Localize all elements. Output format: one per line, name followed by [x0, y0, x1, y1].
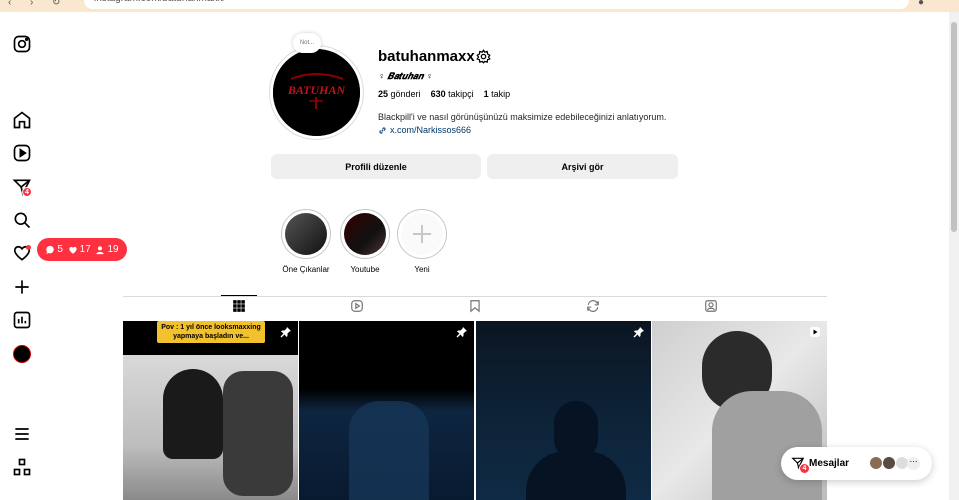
followers-stat[interactable]: 630 takipçi: [431, 89, 474, 99]
create-icon[interactable]: [12, 277, 32, 297]
profile-avatar-icon[interactable]: [12, 344, 32, 364]
pin-icon: [633, 327, 644, 338]
new-highlight-button[interactable]: Yeni: [397, 209, 447, 274]
dashboard-icon[interactable]: [12, 310, 32, 330]
comments-count: 5: [45, 244, 63, 255]
settings-gear-icon[interactable]: [476, 49, 491, 64]
pin-icon: [456, 327, 467, 338]
following-stat[interactable]: 1 takip: [484, 89, 511, 99]
link-icon: [379, 126, 386, 134]
highlight-label: Youtube: [350, 265, 380, 274]
saved-tab-icon[interactable]: [468, 299, 482, 313]
note-bubble[interactable]: Not...: [293, 33, 321, 53]
reel-icon: [810, 327, 820, 337]
tabs-divider: [123, 296, 827, 297]
menu-icon[interactable]: [12, 424, 32, 444]
bio-text: Blackpill'i ve nasıl görünüşünüzü maksim…: [378, 112, 667, 122]
profile-stats: 25 gönderi 630 takipçi 1 takip: [378, 89, 510, 99]
display-name: ♀ 𝑩𝒂𝒕𝒖𝒉𝒂𝒏 ♀: [378, 71, 433, 81]
person-icon: [96, 245, 105, 254]
avatar: [882, 456, 896, 470]
sidebar: 4: [0, 12, 44, 500]
messages-badge: 4: [22, 187, 32, 197]
reels-tab-icon[interactable]: [350, 299, 364, 313]
highlight-item[interactable]: Öne Çıkanlar: [281, 209, 331, 274]
reposts-tab-icon[interactable]: [586, 299, 600, 313]
heart-filled-icon: [69, 246, 77, 254]
pin-icon: [280, 327, 291, 338]
post-item[interactable]: [299, 321, 474, 500]
avatar: [869, 456, 883, 470]
post-subject-body: [712, 391, 822, 500]
bio-link-text[interactable]: x.com/Narkissos666: [390, 125, 471, 135]
posts-stat[interactable]: 25 gönderi: [378, 89, 421, 99]
home-icon[interactable]: [12, 110, 32, 130]
active-tab-indicator: [221, 295, 257, 296]
notification-dot: [26, 245, 31, 250]
reload-icon[interactable]: ↻: [52, 0, 60, 8]
scrollbar-thumb[interactable]: [951, 22, 957, 232]
messages-icon[interactable]: 4: [12, 177, 32, 197]
avatar-logo-text: BATUHAN: [287, 83, 347, 97]
tagged-tab-icon[interactable]: [704, 299, 718, 313]
post-item[interactable]: Pov : 1 yıl önce looksmaxxing yapmaya ba…: [123, 321, 298, 500]
search-icon[interactable]: [12, 210, 32, 230]
gaming-chair: [223, 371, 293, 496]
plus-icon: [413, 225, 431, 243]
bio-link[interactable]: x.com/Narkissos666: [378, 125, 471, 135]
messages-pill-badge: 4: [799, 463, 810, 474]
post-item[interactable]: [476, 321, 651, 500]
edit-profile-button[interactable]: Profili düzenle: [271, 154, 481, 179]
notifications-popup[interactable]: 5 17 19: [37, 238, 127, 261]
reels-icon[interactable]: [12, 143, 32, 163]
view-archive-button[interactable]: Arşivi gör: [487, 154, 678, 179]
post-subject: [349, 401, 429, 500]
highlight-label: Öne Çıkanlar: [282, 265, 330, 274]
instagram-logo-icon[interactable]: [12, 34, 32, 54]
likes-count: 17: [68, 244, 91, 255]
comment-icon: [46, 245, 55, 254]
more-apps-icon[interactable]: [12, 457, 32, 477]
avatar[interactable]: BATUHAN: [273, 49, 360, 136]
follows-count: 19: [95, 244, 119, 255]
post-subject: [163, 369, 223, 459]
address-bar[interactable]: instagram.com/batuhanmaxx/: [84, 0, 909, 9]
post-caption: Pov : 1 yıl önce looksmaxxing yapmaya ba…: [157, 321, 265, 343]
post-subject-body: [526, 451, 626, 500]
back-icon[interactable]: ‹: [8, 0, 11, 8]
username: batuhanmaxx: [378, 48, 475, 65]
more-dots-icon: ⋯: [907, 457, 920, 470]
highlight-item[interactable]: Youtube: [340, 209, 390, 274]
heart-icon[interactable]: [12, 243, 32, 263]
forward-icon[interactable]: ›: [30, 0, 33, 8]
highlight-label: Yeni: [414, 265, 430, 274]
profile-icon[interactable]: ●: [918, 0, 924, 8]
browser-toolbar: ‹ › ↻ instagram.com/batuhanmaxx/ ●: [0, 0, 959, 12]
grid-tab-icon[interactable]: [232, 299, 246, 313]
messages-label: Mesajlar: [809, 458, 850, 469]
